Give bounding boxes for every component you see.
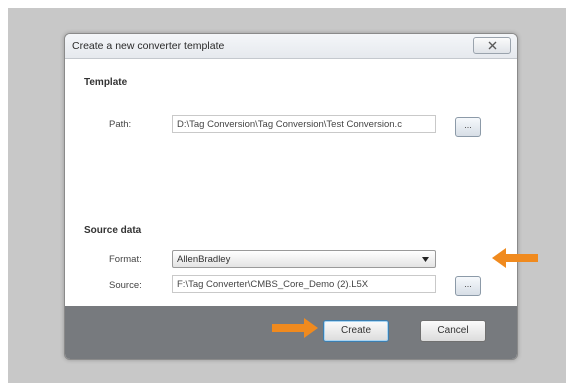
close-icon <box>488 41 497 50</box>
source-label: Source: <box>109 280 142 291</box>
chevron-down-icon <box>422 257 429 262</box>
format-select-value: AllenBradley <box>177 254 231 265</box>
source-field[interactable]: F:\Tag Converter\CMBS_Core_Demo (2).L5X <box>172 275 436 293</box>
source-browse-button[interactable]: ... <box>455 276 481 296</box>
dialog-title: Create a new converter template <box>72 40 225 52</box>
template-section-heading: Template <box>84 77 128 88</box>
create-button[interactable]: Create <box>323 320 389 342</box>
path-label: Path: <box>109 119 132 130</box>
cancel-button[interactable]: Cancel <box>420 320 486 342</box>
path-field[interactable]: D:\Tag Conversion\Tag Conversion\Test Co… <box>172 115 436 133</box>
create-converter-template-dialog: Create a new converter template Template… <box>64 33 518 360</box>
annotation-arrow-right-icon <box>272 318 318 338</box>
dialog-body: Template Path: D:\Tag Conversion\Tag Con… <box>72 59 510 306</box>
annotation-arrow-left-icon <box>492 248 538 268</box>
path-browse-button[interactable]: ... <box>455 117 481 137</box>
source-section-heading: Source data <box>84 225 142 236</box>
format-label: Format: <box>109 254 142 265</box>
close-button[interactable] <box>473 37 511 54</box>
format-select[interactable]: AllenBradley <box>172 250 436 268</box>
dialog-titlebar: Create a new converter template <box>65 34 517 59</box>
